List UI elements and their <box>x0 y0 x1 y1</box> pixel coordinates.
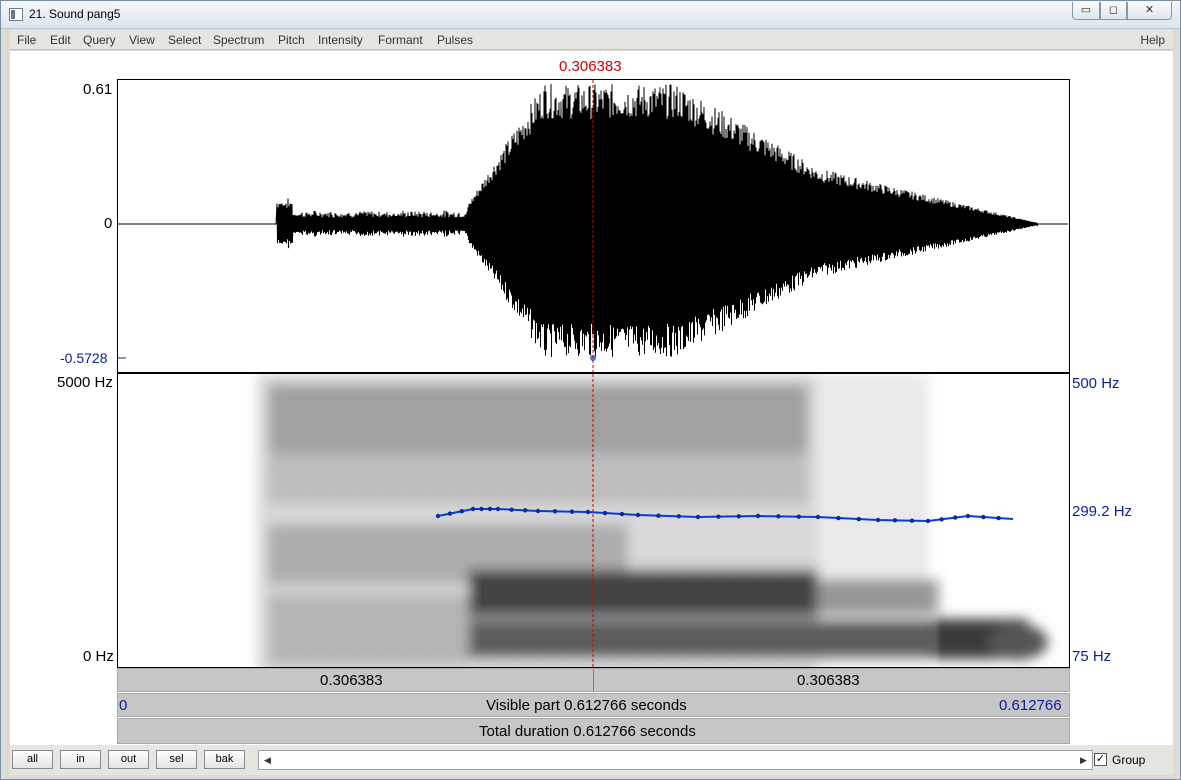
menu-file[interactable]: File <box>17 33 36 47</box>
visible-start-label: 0 <box>119 697 128 714</box>
spectrogram-plot <box>258 374 1048 667</box>
close-button[interactable]: ✕ <box>1127 2 1172 20</box>
visible-part-label: Visible part 0.612766 seconds <box>486 697 687 714</box>
title-bar: 21. Sound pang5 ▭ ◻ ✕ <box>1 1 1180 29</box>
pitch-point <box>535 508 541 514</box>
pitch-point <box>585 509 591 515</box>
group-label: Group <box>1112 753 1146 767</box>
pitch-point <box>875 517 881 523</box>
pitch-point <box>836 515 841 521</box>
pitch-point <box>619 511 625 517</box>
pitch-value-label: 299.2 Hz <box>1072 503 1133 520</box>
pitch-point <box>892 518 898 523</box>
zoom-all-button[interactable]: all <box>12 750 53 769</box>
menu-query[interactable]: Query <box>83 33 116 47</box>
total-duration-strip[interactable]: Total duration 0.612766 seconds <box>117 718 1070 744</box>
pitch-point <box>965 513 971 519</box>
window-icon <box>9 8 23 21</box>
spectrogram-striations <box>258 374 938 667</box>
waveform-panel[interactable] <box>117 79 1070 373</box>
right-time-label: 0.306383 <box>797 672 860 689</box>
pitch-point <box>815 514 821 520</box>
pitch-point <box>676 514 681 519</box>
zoom-sel-button[interactable]: sel <box>156 750 197 769</box>
pitch-point <box>447 511 453 516</box>
pitch-point <box>635 512 641 518</box>
pitch-point <box>925 518 931 524</box>
pitch-point <box>856 516 861 522</box>
pitch-point <box>509 507 514 512</box>
pitch-point <box>981 514 986 520</box>
pitch-point <box>796 514 801 519</box>
visible-end-label: 0.612766 <box>999 697 1062 714</box>
pitch-point <box>487 506 493 512</box>
menu-pitch[interactable]: Pitch <box>278 33 305 47</box>
left-time-label: 0.306383 <box>320 672 383 689</box>
pitch-point <box>459 509 464 514</box>
menu-select[interactable]: Select <box>168 33 201 47</box>
scroll-right-arrow-icon[interactable]: ▶ <box>1075 751 1092 769</box>
pitch-point <box>939 517 944 522</box>
visible-part-strip[interactable]: 0 Visible part 0.612766 seconds 0.612766 <box>117 693 1070 717</box>
zoom-out-button[interactable]: out <box>108 750 149 769</box>
menu-spectrum[interactable]: Spectrum <box>213 33 264 47</box>
pitch-point <box>602 510 608 516</box>
cursor-time-strip[interactable]: 0.306383 0.306383 <box>117 668 1070 692</box>
menu-help[interactable]: Help <box>1140 33 1165 47</box>
group-checkbox[interactable]: ✓ <box>1094 753 1107 766</box>
spectrogram-panel[interactable] <box>117 373 1070 668</box>
window-title: 21. Sound pang5 <box>29 7 121 21</box>
pitch-point <box>776 514 781 519</box>
menu-formant[interactable]: Formant <box>378 33 423 47</box>
pitch-point <box>552 509 558 514</box>
pitch-point <box>495 506 501 512</box>
zoom-in-button[interactable]: in <box>60 750 101 769</box>
menu-edit[interactable]: Edit <box>50 33 71 47</box>
pitch-bottom-label: 75 Hz <box>1072 648 1112 665</box>
pitch-point <box>569 509 575 514</box>
cursor-time-label: 0.306383 <box>559 58 622 75</box>
pitch-point <box>909 518 915 523</box>
pitch-point <box>755 513 761 519</box>
menu-pulses[interactable]: Pulses <box>437 33 473 47</box>
horizontal-scrollbar[interactable]: ◀ ▶ <box>258 750 1093 770</box>
menu-view[interactable]: View <box>129 33 155 47</box>
strip-divider <box>593 669 594 691</box>
pitch-point <box>716 514 721 519</box>
spec-bottom-label: 0 Hz <box>83 648 114 665</box>
zoom-back-button[interactable]: bak <box>204 750 245 769</box>
pitch-point <box>656 513 661 518</box>
waveform-plot <box>118 80 1068 372</box>
pitch-point <box>435 513 441 519</box>
scroll-left-arrow-icon[interactable]: ◀ <box>259 751 276 769</box>
bottom-toolbar: all in out sel bak ◀ ▶ ✓ Group <box>10 745 1173 775</box>
pitch-point <box>470 506 476 512</box>
pitch-point <box>523 508 528 513</box>
menu-intensity[interactable]: Intensity <box>318 33 363 47</box>
pitch-point <box>736 514 741 519</box>
wave-ymax-label: 0.61 <box>83 81 113 98</box>
pitch-point <box>479 506 484 512</box>
sound-editor-window: 21. Sound pang5 ▭ ◻ ✕ File Edit Query Vi… <box>0 0 1181 780</box>
wave-ymin-label: -0.5728 <box>60 350 108 366</box>
pitch-top-label: 500 Hz <box>1072 375 1120 392</box>
pitch-point <box>953 515 958 520</box>
maximize-button[interactable]: ◻ <box>1100 2 1127 20</box>
total-duration-label: Total duration 0.612766 seconds <box>479 723 696 740</box>
spec-top-label: 5000 Hz <box>57 374 113 391</box>
wave-zero-label: 0 <box>104 215 113 232</box>
pitch-point <box>695 514 701 520</box>
menu-bar: File Edit Query View Select Spectrum Pit… <box>10 30 1173 50</box>
minimize-button[interactable]: ▭ <box>1072 2 1100 20</box>
pitch-point <box>996 515 1001 521</box>
